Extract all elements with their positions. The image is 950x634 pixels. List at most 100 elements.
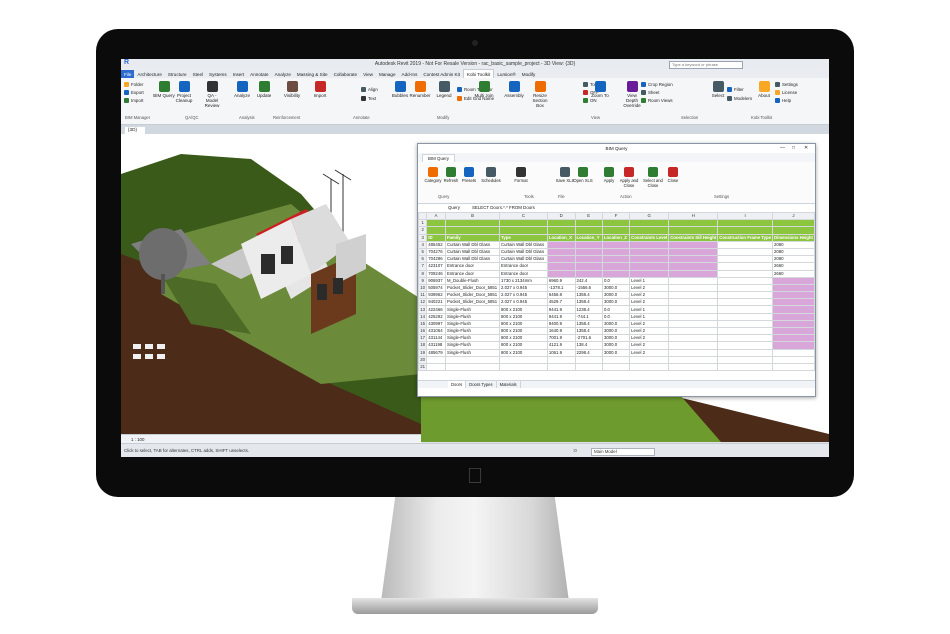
table-cell[interactable]: 800 x 2100 (499, 312, 548, 321)
table-cell[interactable]: -744.1 (574, 312, 603, 321)
row-number[interactable]: 9 (418, 276, 428, 285)
table-cell[interactable]: 3000.0 (601, 283, 631, 293)
assembly-button[interactable]: Assembly (503, 81, 525, 98)
crop-region-button[interactable]: Crop Region (641, 81, 673, 89)
column-letter[interactable]: D (546, 212, 576, 221)
table-cell[interactable] (574, 219, 603, 228)
table-cell[interactable]: Level 2 (629, 326, 670, 336)
table-cell[interactable] (772, 276, 815, 285)
select-and-close-button[interactable]: Select and Close (642, 167, 664, 188)
table-cell[interactable]: 423107 (426, 262, 446, 271)
table-cell[interactable]: Level 1 (629, 305, 670, 314)
format-button[interactable]: Format (510, 167, 532, 183)
table-cell[interactable]: 704286 (426, 255, 446, 264)
table-cell[interactable]: 1238.4 (574, 305, 603, 314)
table-cell[interactable]: Entrance door (444, 262, 501, 271)
table-cell[interactable] (717, 226, 774, 235)
renumber-button[interactable]: Renumber (409, 81, 431, 98)
table-cell[interactable] (668, 262, 719, 271)
table-cell[interactable] (444, 219, 501, 228)
table-cell[interactable] (444, 226, 501, 235)
table-cell[interactable] (717, 362, 774, 372)
column-letter[interactable]: C (499, 212, 548, 221)
import-button[interactable]: Import (309, 81, 331, 98)
table-cell[interactable]: 430997 (426, 319, 446, 329)
table-cell[interactable] (668, 334, 719, 343)
analyze-button[interactable]: Analyze (231, 81, 253, 98)
presets-button[interactable]: Presets (458, 167, 480, 183)
align-button[interactable]: Align (361, 85, 378, 94)
table-cell[interactable]: 906937 (426, 276, 446, 285)
table-cell[interactable] (426, 362, 446, 372)
column-header[interactable]: Constraints Sill Height (668, 233, 719, 242)
table-cell[interactable] (717, 255, 774, 264)
table-cell[interactable] (717, 334, 774, 343)
table-cell[interactable] (629, 226, 670, 235)
table-cell[interactable]: 2080 (772, 240, 815, 249)
table-cell[interactable]: 9441.9 (546, 305, 576, 314)
table-cell[interactable] (499, 355, 548, 364)
corner-cell[interactable] (418, 212, 428, 221)
table-cell[interactable] (546, 219, 576, 228)
table-cell[interactable] (717, 276, 774, 285)
row-number[interactable]: 10 (418, 283, 428, 293)
table-cell[interactable] (574, 247, 603, 257)
table-cell[interactable]: Curtain Wall Dbl Glass (499, 247, 548, 257)
query-input[interactable]: SELECT Doors.*.* FROM Doors (472, 204, 535, 212)
table-cell[interactable] (499, 226, 548, 235)
table-cell[interactable] (426, 226, 446, 235)
table-cell[interactable]: 6960.9 (546, 276, 576, 285)
table-cell[interactable] (772, 226, 815, 235)
table-cell[interactable] (668, 283, 719, 293)
column-letter[interactable]: B (444, 212, 501, 221)
table-cell[interactable] (668, 269, 719, 278)
table-cell[interactable] (717, 348, 774, 357)
table-cell[interactable] (629, 362, 670, 372)
legend-button[interactable]: Legend (433, 81, 455, 98)
sheet-button[interactable]: Sheet (641, 89, 673, 97)
table-cell[interactable] (601, 355, 631, 364)
about-button[interactable]: About (753, 81, 775, 98)
table-cell[interactable] (546, 226, 576, 235)
modelers-button[interactable]: Modelers (727, 94, 752, 103)
text-button[interactable]: Text (361, 94, 378, 103)
table-cell[interactable]: Curtain Wall Dbl Glass (444, 255, 501, 264)
table-cell[interactable] (629, 240, 670, 249)
table-cell[interactable]: 800 x 2100 (499, 348, 548, 357)
column-letter[interactable]: A (426, 212, 446, 221)
table-cell[interactable] (629, 355, 670, 364)
table-cell[interactable]: 3000.0 (601, 348, 631, 357)
table-cell[interactable]: 1730 x 2134mm (499, 276, 548, 285)
row-number[interactable]: 18 (418, 341, 428, 350)
view-tab-3d[interactable]: {3D} (125, 127, 145, 134)
table-cell[interactable]: 800 x 2100 (499, 326, 548, 336)
table-cell[interactable] (668, 219, 719, 228)
table-cell[interactable] (546, 255, 576, 264)
table-cell[interactable]: Level 2 (629, 341, 670, 350)
table-cell[interactable] (717, 269, 774, 278)
visibility-button[interactable]: Visibility (281, 81, 303, 98)
table-cell[interactable]: Single-Flush (444, 319, 501, 329)
view-depth-override-button[interactable]: View Depth Override (621, 81, 643, 108)
table-cell[interactable] (772, 334, 815, 343)
table-cell[interactable]: 505974 (426, 283, 446, 293)
table-cell[interactable] (629, 269, 670, 278)
table-cell[interactable]: Entrance door (444, 269, 501, 278)
multi-join-button[interactable]: Multi Join (473, 81, 495, 98)
table-cell[interactable]: 800 x 2100 (499, 305, 548, 314)
filter-button[interactable]: Filter (727, 85, 752, 94)
column-header[interactable]: Location_X (546, 233, 576, 242)
table-cell[interactable]: Level 2 (629, 348, 670, 357)
column-letter[interactable]: F (601, 212, 631, 221)
row-number[interactable]: 14 (418, 312, 428, 321)
table-cell[interactable] (546, 269, 576, 278)
table-cell[interactable] (601, 247, 631, 257)
qa-model-review-button[interactable]: QA - Model Review (201, 81, 223, 108)
table-cell[interactable] (601, 219, 631, 228)
table-cell[interactable]: Single-Flush (444, 326, 501, 336)
data-table[interactable]: A B C D E F G H I J 1 2 3 ID Family Type Location_X Locat… (418, 212, 815, 372)
row-number[interactable]: 3 (418, 233, 428, 242)
row-number[interactable]: 15 (418, 319, 428, 329)
table-cell[interactable] (772, 362, 815, 372)
table-cell[interactable] (499, 219, 548, 228)
